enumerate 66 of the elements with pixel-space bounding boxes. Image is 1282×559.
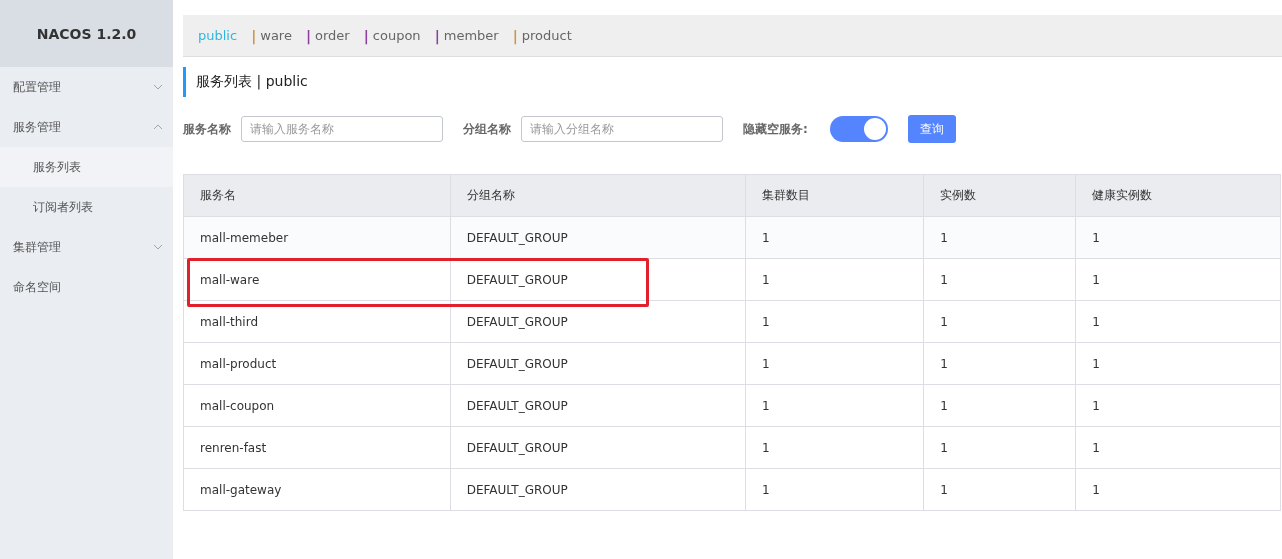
namespace-tab[interactable]: order (315, 28, 350, 43)
column-header: 分组名称 (450, 174, 746, 217)
table-cell: mall-third (183, 300, 451, 343)
table-cell: DEFAULT_GROUP (450, 384, 746, 427)
chevron-down-icon (153, 84, 163, 90)
namespace-tab[interactable]: member (443, 28, 499, 43)
column-header: 服务名 (183, 174, 451, 217)
table-cell: renren-fast (183, 426, 451, 469)
table-cell: DEFAULT_GROUP (450, 300, 746, 343)
app-title: NACOS 1.2.0 (0, 0, 173, 67)
table-cell: 1 (745, 384, 924, 427)
separator: | (305, 27, 312, 44)
menu-item[interactable]: 命名空间 (0, 267, 173, 307)
table-cell: 1 (745, 258, 924, 301)
table-cell: 1 (1075, 384, 1281, 427)
table-cell: 1 (745, 300, 924, 343)
column-header: 实例数 (923, 174, 1076, 217)
toggle-label: 隐藏空服务: (743, 120, 808, 138)
table-cell: mall-product (183, 342, 451, 385)
table-cell: 1 (923, 342, 1076, 385)
table-cell: 1 (1075, 300, 1281, 343)
table-cell: 1 (745, 216, 924, 259)
table-cell: 1 (923, 384, 1076, 427)
table-cell: 1 (923, 468, 1076, 511)
table-cell: 1 (923, 300, 1076, 343)
menu-item[interactable]: 集群管理 (0, 227, 173, 267)
query-button[interactable]: 查询 (907, 115, 956, 143)
table-cell: mall-memeber (183, 216, 451, 259)
separator: | (512, 27, 518, 44)
table-cell: 1 (1075, 468, 1281, 511)
table-cell: DEFAULT_GROUP (450, 468, 746, 511)
chevron-down-icon (153, 244, 163, 250)
field-label: 服务名称 (183, 120, 231, 138)
table-cell: 1 (1075, 342, 1281, 385)
column-header: 集群数目 (745, 174, 924, 217)
table-cell: 1 (923, 216, 1076, 259)
table-cell: 1 (923, 426, 1076, 469)
table-cell: 1 (745, 342, 924, 385)
table-cell: DEFAULT_GROUP (450, 426, 746, 469)
service-name-field[interactable]: 请输入服务名称 (241, 116, 443, 142)
page-title: 服务列表 | public (183, 67, 1282, 97)
table-cell: 1 (745, 426, 924, 469)
table-cell: DEFAULT_GROUP (450, 342, 746, 385)
separator: | (434, 27, 440, 44)
table-cell: mall-gateway (183, 468, 451, 511)
separator: | (251, 27, 257, 44)
table-cell: 1 (1075, 426, 1281, 469)
menu-item[interactable]: 服务管理 (0, 107, 173, 147)
namespace-tab[interactable]: product (521, 28, 572, 43)
table-cell: 1 (923, 258, 1076, 301)
separator: | (363, 27, 369, 44)
table-cell: 1 (745, 468, 924, 511)
toggle-switch[interactable] (829, 116, 888, 142)
menu-item[interactable]: 配置管理 (0, 67, 173, 107)
table-cell: 1 (1075, 258, 1281, 301)
submenu-item[interactable]: 服务列表 (0, 147, 173, 187)
submenu-item[interactable]: 订阅者列表 (0, 187, 173, 227)
field-label: 分组名称 (463, 120, 511, 138)
chevron-up-icon (153, 124, 163, 130)
table-cell: 1 (1075, 216, 1281, 259)
table-cell: mall-coupon (183, 384, 451, 427)
group-name-field[interactable]: 请输入分组名称 (521, 116, 723, 142)
namespace-tab[interactable]: coupon (372, 28, 421, 43)
column-header: 健康实例数 (1075, 174, 1281, 217)
namespace-tab[interactable]: ware (260, 28, 292, 43)
table-cell: DEFAULT_GROUP (450, 216, 746, 259)
